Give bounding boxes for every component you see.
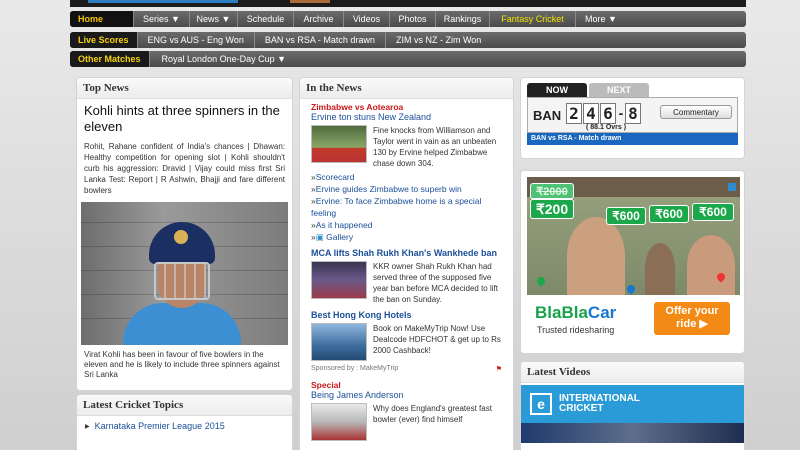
wickets-digit: 8 <box>625 103 641 124</box>
cricket-topics-title: Latest Cricket Topics <box>77 395 292 416</box>
top-news-related-links[interactable]: Rohit, Rahane confident of India's chanc… <box>77 141 292 196</box>
sponsor-icon[interactable]: ⚑ <box>496 365 502 373</box>
story-thumbnail[interactable] <box>311 323 367 361</box>
map-pin-icon <box>625 283 637 295</box>
nav-news[interactable]: News ▼ <box>190 11 238 27</box>
adchoices-icon[interactable] <box>728 183 736 191</box>
nav-schedule[interactable]: Schedule <box>238 11 294 27</box>
live-score-item[interactable]: ENG vs AUS - Eng Won <box>138 32 255 48</box>
nav-more[interactable]: More ▼ <box>576 11 626 27</box>
tab-now[interactable]: NOW <box>527 83 587 97</box>
ad-price: ₹200 <box>530 199 574 219</box>
in-the-news-title: In the News <box>300 78 513 99</box>
story-headline[interactable]: MCA lifts Shah Rukh Khan's Wankhede ban <box>300 243 513 258</box>
other-matches-dropdown[interactable]: Royal London One-Day Cup ▼ <box>150 51 298 67</box>
sponsored-headline[interactable]: Best Hong Kong Hotels <box>300 305 513 320</box>
nav-fantasy-cricket[interactable]: Fantasy Cricket <box>490 11 576 27</box>
ad-brand: BlaBlaCar <box>535 303 617 322</box>
score-digit: 2 <box>566 103 582 124</box>
story-summary: Fine knocks from Williamson and Taylor w… <box>373 126 497 168</box>
ad-image[interactable]: ₹2000 ₹200 ₹600 ₹600 ₹600 <box>527 177 740 295</box>
other-matches-label: Other Matches <box>70 51 150 67</box>
story-link[interactable]: Ervine guides Zimbabwe to superb win <box>311 183 502 195</box>
other-matches-bar: Other Matches Royal London One-Day Cup ▼ <box>70 51 746 67</box>
ad-price: ₹600 <box>692 203 734 221</box>
topic-link[interactable]: Karnataka Premier League 2015 <box>85 421 284 431</box>
score-digits: 2 4 6 - 8 <box>566 103 642 124</box>
story-headline[interactable]: Ervine ton stuns New Zealand <box>300 112 513 122</box>
live-score-item[interactable]: ZIM vs NZ - Zim Won <box>386 32 491 48</box>
latest-videos-panel: Latest Videos e INTERNATIONAL CRICKET <box>520 361 745 450</box>
score-digit: 6 <box>600 103 616 124</box>
latest-videos-title: Latest Videos <box>521 362 744 383</box>
live-score-item[interactable]: BAN vs RSA - Match drawn <box>255 32 386 48</box>
nav-photos[interactable]: Photos <box>390 11 436 27</box>
match-status[interactable]: BAN vs RSA - Match drawn <box>527 133 738 145</box>
story-headline[interactable]: Being James Anderson <box>300 390 513 400</box>
nav-series[interactable]: Series ▼ <box>134 11 190 27</box>
story-link[interactable]: Scorecard <box>311 171 502 183</box>
ad-offer-button[interactable]: Offer your ride ▶ <box>654 302 730 335</box>
tab-next[interactable]: NEXT <box>589 83 649 97</box>
score-separator: - <box>618 105 624 121</box>
advertisement[interactable]: ₹2000 ₹200 ₹600 ₹600 ₹600 BlaBlaCar Trus… <box>520 170 745 354</box>
header-graphic <box>290 0 330 3</box>
top-news-title: Top News <box>77 78 292 99</box>
video-thumbnail[interactable] <box>521 423 744 443</box>
gallery-icon: ▣ <box>315 232 327 242</box>
top-news-caption: Virat Kohli has been in favour of five b… <box>84 350 280 379</box>
main-nav: Home Series ▼ News ▼ Schedule Archive Vi… <box>70 11 746 27</box>
story-category[interactable]: Special <box>300 373 513 390</box>
live-scores-bar: Live Scores ENG vs AUS - Eng Won BAN vs … <box>70 32 746 48</box>
top-news-photo[interactable] <box>81 202 288 345</box>
story-link[interactable]: Ervine: To face Zimbabwe home is a speci… <box>311 195 502 219</box>
overs-count: ( 88.1 Ovrs ) <box>586 124 627 131</box>
ad-price: ₹600 <box>649 205 689 223</box>
story-link[interactable]: ▣ Gallery <box>311 231 502 243</box>
sponsor-label: Sponsored by : MakeMyTrip <box>311 365 399 372</box>
nav-rankings[interactable]: Rankings <box>436 11 490 27</box>
ad-old-price: ₹2000 <box>530 183 574 199</box>
in-the-news-panel: In the News Zimbabwe vs Aotearoa Ervine … <box>299 77 514 450</box>
story-summary: Book on MakeMyTrip Now! Use Dealcode HDF… <box>373 324 501 355</box>
site-logo-fragment[interactable] <box>88 0 238 3</box>
channel-logo-icon: e <box>530 393 552 415</box>
story-thumbnail[interactable] <box>311 261 367 299</box>
story-summary: Why does England's greatest fast bowler … <box>373 404 492 424</box>
map-pin-icon <box>535 275 547 287</box>
nav-home[interactable]: Home <box>70 11 134 27</box>
channel-name: INTERNATIONAL CRICKET <box>559 393 640 414</box>
score-digit: 4 <box>583 103 599 124</box>
top-strip <box>70 0 746 7</box>
live-scores-label: Live Scores <box>70 32 138 48</box>
cricket-topics-panel: Latest Cricket Topics Karnataka Premier … <box>76 394 293 450</box>
video-banner[interactable]: e INTERNATIONAL CRICKET <box>521 385 744 423</box>
nav-videos[interactable]: Videos <box>344 11 390 27</box>
story-category[interactable]: Zimbabwe vs Aotearoa <box>300 99 513 112</box>
team-name: BAN <box>533 108 562 123</box>
story-thumbnail[interactable] <box>311 125 367 163</box>
nav-archive[interactable]: Archive <box>294 11 344 27</box>
commentary-button[interactable]: Commentary <box>660 105 732 119</box>
story-summary: KKR owner Shah Rukh Khan had served thre… <box>373 262 498 304</box>
story-link[interactable]: As it happened <box>311 219 502 231</box>
live-score-widget: NOW NEXT BAN 2 4 6 - 8 ( 88.1 Ovrs ) Com… <box>520 77 745 159</box>
ad-tagline: Trusted ridesharing <box>537 325 615 335</box>
top-news-headline[interactable]: Kohli hints at three spinners in the ele… <box>77 99 292 141</box>
top-news-panel: Top News Kohli hints at three spinners i… <box>76 77 293 391</box>
scoreboard: BAN 2 4 6 - 8 ( 88.1 Ovrs ) Commentary <box>527 97 738 133</box>
story-thumbnail[interactable] <box>311 403 367 441</box>
ad-price: ₹600 <box>606 207 646 225</box>
